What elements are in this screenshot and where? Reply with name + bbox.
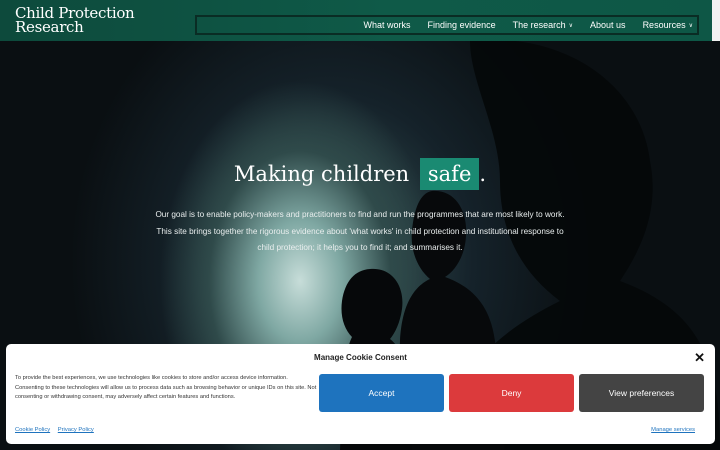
hero-headline: Making children safe. bbox=[0, 158, 720, 190]
view-preferences-button[interactable]: View preferences bbox=[579, 374, 704, 412]
nav-item-what-works[interactable]: What works bbox=[364, 20, 411, 30]
nav-label: About us bbox=[590, 20, 626, 30]
nav-label: Finding evidence bbox=[427, 20, 496, 30]
nav-label: What works bbox=[363, 20, 411, 30]
scrollbar-track[interactable] bbox=[712, 0, 720, 41]
nav-item-resources[interactable]: Resources ∨ bbox=[643, 20, 693, 30]
chevron-down-icon: ∨ bbox=[688, 22, 693, 29]
site-logo[interactable]: Child Protection Research bbox=[15, 6, 155, 36]
accept-button[interactable]: Accept bbox=[319, 374, 444, 412]
main-nav: What works Finding evidence The research… bbox=[195, 15, 699, 35]
cookie-description: To provide the best experiences, we use … bbox=[15, 375, 317, 400]
nav-item-about-us[interactable]: About us bbox=[590, 20, 626, 30]
privacy-policy-link[interactable]: Privacy Policy bbox=[58, 427, 94, 433]
headline-suffix: . bbox=[479, 162, 487, 186]
headline-highlight: safe bbox=[419, 158, 480, 190]
deny-button[interactable]: Deny bbox=[449, 374, 574, 412]
cookie-consent-banner: Manage Cookie Consent ✕ To provide the b… bbox=[6, 344, 715, 444]
site-header: Child Protection Research What works Fin… bbox=[0, 0, 712, 41]
nav-item-the-research[interactable]: The research ∨ bbox=[513, 20, 573, 30]
nav-label: The research bbox=[512, 20, 566, 30]
hero-intro-text: Our goal is to enable policy-makers and … bbox=[155, 210, 565, 252]
logo-line-2: Research bbox=[15, 18, 84, 36]
headline-prefix: Making children bbox=[233, 162, 410, 186]
nav-label: Resources bbox=[642, 20, 686, 30]
nav-item-finding-evidence[interactable]: Finding evidence bbox=[428, 20, 496, 30]
cookie-policy-links: Cookie Policy Privacy Policy bbox=[15, 427, 100, 433]
cookie-policy-link[interactable]: Cookie Policy bbox=[15, 427, 50, 433]
chevron-down-icon: ∨ bbox=[568, 22, 574, 29]
manage-services-link[interactable]: Manage services bbox=[651, 427, 695, 433]
cookie-title: Manage Cookie Consent bbox=[314, 353, 407, 362]
close-icon[interactable]: ✕ bbox=[694, 350, 705, 366]
